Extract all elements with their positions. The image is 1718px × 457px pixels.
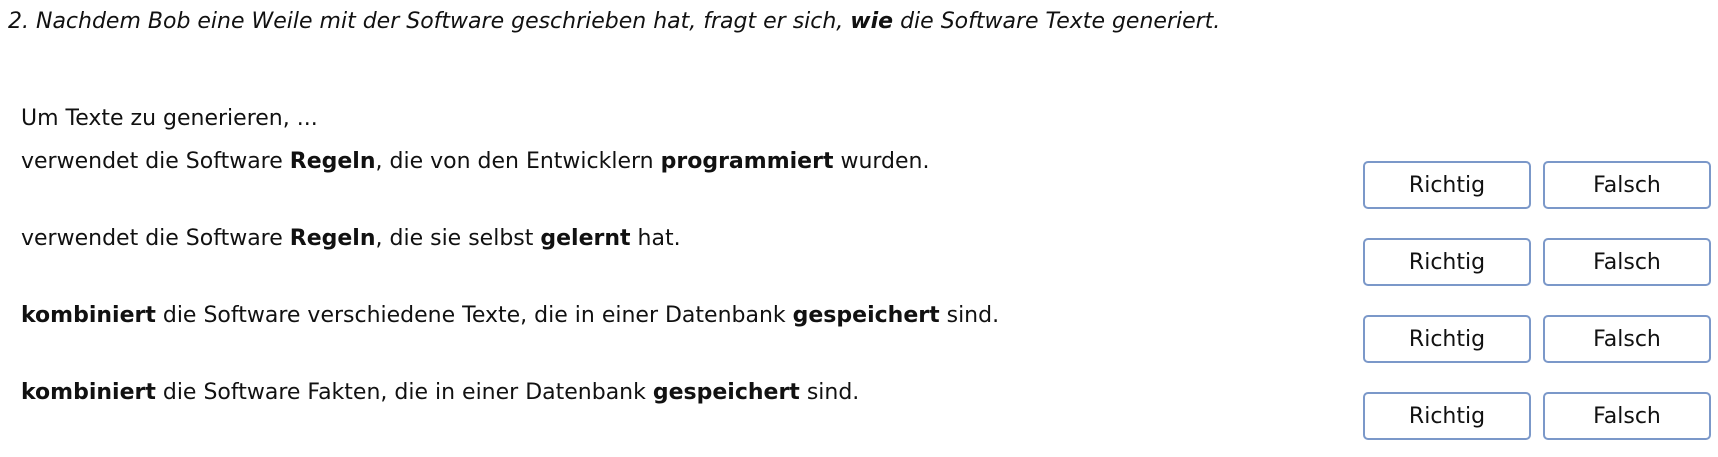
statement-part: sind. [799,380,860,405]
richtig-button-1[interactable]: Richtig [1363,161,1531,209]
statement-part: gespeichert [652,380,800,405]
statement-intro: Um Texte zu generieren, ... [21,106,318,131]
statement-part: programmiert [660,149,834,174]
statement-part: sind. [939,303,1000,328]
statement-row-3: kombiniert die Software verschiedene Tex… [0,302,1718,363]
falsch-button-1[interactable]: Falsch [1543,161,1711,209]
statement-part: wurden. [833,149,930,174]
falsch-button-2[interactable]: Falsch [1543,238,1711,286]
statement-text-4: kombiniert die Software Fakten, die in e… [21,379,859,407]
richtig-button-4[interactable]: Richtig [1363,392,1531,440]
statement-part: verwendet die Software [21,226,290,251]
statement-part: Regeln [289,226,376,251]
statement-row-2: verwendet die Software Regeln, die sie s… [0,225,1718,286]
statement-part: Regeln [289,149,376,174]
richtig-button-2[interactable]: Richtig [1363,238,1531,286]
statement-part: die Software verschiedene Texte, die in … [155,303,793,328]
statement-part: gelernt [540,226,631,251]
statement-row-4: kombiniert die Software Fakten, die in e… [0,379,1718,440]
question-prefix: 2. Nachdem Bob eine Weile mit der Softwa… [8,9,851,34]
statement-part: hat. [630,226,681,251]
falsch-button-3[interactable]: Falsch [1543,315,1711,363]
statement-row-1: verwendet die Software Regeln, die von d… [0,148,1718,209]
statement-text-1: verwendet die Software Regeln, die von d… [21,148,930,176]
richtig-button-3[interactable]: Richtig [1363,315,1531,363]
statement-part: , die von den Entwicklern [375,149,661,174]
statement-part: die Software Fakten, die in einer Datenb… [155,380,653,405]
question-emphasis: wie [850,9,894,34]
question-heading: 2. Nachdem Bob eine Weile mit der Softwa… [8,8,1220,36]
statement-part: gespeichert [792,303,940,328]
statement-part: , die sie selbst [375,226,541,251]
statement-part: verwendet die Software [21,149,290,174]
statement-text-3: kombiniert die Software verschiedene Tex… [21,302,999,330]
falsch-button-4[interactable]: Falsch [1543,392,1711,440]
statement-part: kombiniert [21,380,156,405]
statement-text-2: verwendet die Software Regeln, die sie s… [21,225,681,253]
question-suffix: die Software Texte generiert. [893,9,1221,34]
statement-part: kombiniert [21,303,156,328]
